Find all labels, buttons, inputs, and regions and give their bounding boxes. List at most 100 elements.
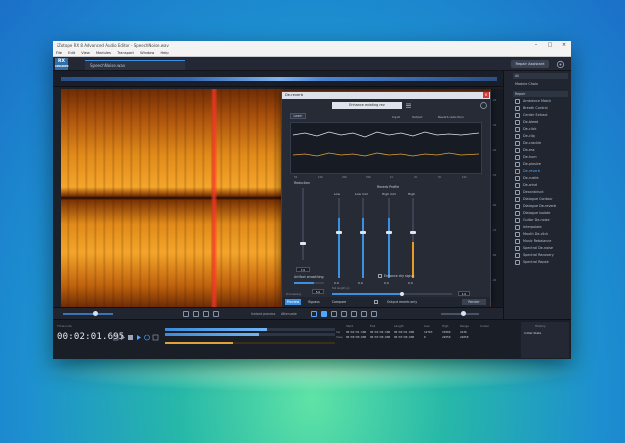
- module-item[interactable]: Deconstruct: [515, 189, 571, 196]
- brush-icon[interactable]: [341, 311, 347, 317]
- bypass-button[interactable]: Bypass: [306, 299, 322, 305]
- attenuate-dropdown[interactable]: Attenuate: [281, 310, 297, 318]
- module-item[interactable]: De-wind: [515, 182, 571, 189]
- zoom-fit-icon[interactable]: [203, 311, 209, 317]
- view-high[interactable]: 22050: [442, 335, 450, 339]
- reduction-fader-knob[interactable]: [300, 242, 306, 245]
- module-item[interactable]: Dialogue De-reverb: [515, 203, 571, 210]
- module-item[interactable]: Spectral Repair: [515, 259, 571, 266]
- lasso-icon[interactable]: [331, 311, 337, 317]
- monitor-icon[interactable]: [152, 334, 159, 341]
- module-item[interactable]: De-bleed: [515, 119, 571, 126]
- zoom-out-icon[interactable]: [193, 311, 199, 317]
- menu-help[interactable]: Help: [160, 51, 168, 55]
- fader-high-mid-knob[interactable]: [386, 231, 392, 234]
- view-range[interactable]: 22050: [460, 335, 468, 339]
- compare-button[interactable]: Compare: [328, 299, 350, 305]
- stop-icon[interactable]: [128, 335, 133, 340]
- harmonic-select-icon[interactable]: [361, 311, 367, 317]
- module-item[interactable]: Music Rebalance: [515, 238, 571, 245]
- module-item[interactable]: Breath Control: [515, 105, 571, 112]
- tail-length-knob[interactable]: [400, 292, 404, 296]
- opacity-slider-knob[interactable]: [93, 311, 98, 316]
- play-icon[interactable]: [121, 335, 125, 340]
- maximize-icon[interactable]: □: [543, 41, 557, 50]
- module-item[interactable]: De-reverb: [515, 168, 571, 175]
- tail-length-slider[interactable]: [332, 293, 452, 295]
- reduction-fader[interactable]: [302, 188, 304, 260]
- sel-length[interactable]: 00:00:01.000: [394, 330, 414, 334]
- band-value-high-mid[interactable]: 0.0: [384, 281, 389, 285]
- sel-end[interactable]: 00:02:02.500: [370, 330, 390, 334]
- reduction-value[interactable]: 7.0: [296, 267, 310, 272]
- module-filter-dropdown[interactable]: All: [513, 73, 568, 79]
- band-value-low-mid[interactable]: 0.0: [358, 281, 363, 285]
- module-item[interactable]: De-crackle: [515, 140, 571, 147]
- sel-range[interactable]: 2236: [460, 330, 467, 334]
- menu-icon[interactable]: [406, 103, 411, 108]
- module-chain-label[interactable]: Module Chain: [515, 82, 538, 86]
- module-item[interactable]: De-ess: [515, 147, 571, 154]
- module-item[interactable]: Ambience Match: [515, 98, 571, 105]
- view-low[interactable]: 0: [424, 335, 426, 339]
- play-selection-icon[interactable]: [137, 335, 141, 340]
- enhance-dry-checkbox[interactable]: [378, 274, 382, 278]
- module-item[interactable]: De-rustle: [515, 175, 571, 182]
- waveform-overview[interactable]: [53, 71, 503, 87]
- history-item[interactable]: Initial State: [521, 328, 569, 335]
- module-item[interactable]: De-clip: [515, 133, 571, 140]
- menu-edit[interactable]: Edit: [68, 51, 75, 55]
- close-icon[interactable]: ×: [557, 41, 571, 50]
- find-similar-icon[interactable]: [371, 311, 377, 317]
- module-item[interactable]: Dialogue Isolate: [515, 210, 571, 217]
- settings-icon[interactable]: [556, 60, 565, 69]
- module-group-dropdown[interactable]: Repair: [513, 91, 568, 97]
- instant-process-label[interactable]: Instant process: [251, 310, 275, 318]
- opacity-slider[interactable]: [63, 313, 113, 315]
- module-item[interactable]: Spectral Recovery: [515, 252, 571, 259]
- module-item[interactable]: Spectral De-noise: [515, 245, 571, 252]
- tail-length-value[interactable]: 1.0: [458, 291, 470, 296]
- menu-modules[interactable]: Modules: [96, 51, 111, 55]
- learn-button[interactable]: Learn: [290, 113, 306, 119]
- loop-icon[interactable]: [144, 334, 150, 341]
- artifact-smoothing-slider[interactable]: [294, 282, 324, 284]
- sel-high[interactable]: 15000: [442, 330, 450, 334]
- render-button[interactable]: Render: [462, 299, 486, 305]
- fader-high-knob[interactable]: [410, 231, 416, 234]
- preset-dropdown[interactable]: Enhance existing rev: [332, 102, 402, 109]
- module-item[interactable]: Interpolate: [515, 224, 571, 231]
- sel-start[interactable]: 00:02:01.500: [346, 330, 366, 334]
- module-item[interactable]: De-plosive: [515, 161, 571, 168]
- record-icon[interactable]: [113, 334, 119, 341]
- rect-select-icon[interactable]: [321, 311, 327, 317]
- sel-low[interactable]: 12763: [424, 330, 432, 334]
- fader-low-mid-knob[interactable]: [360, 231, 366, 234]
- menu-file[interactable]: File: [56, 51, 62, 55]
- file-tab[interactable]: SpeechNoise.wav: [85, 60, 185, 70]
- magic-wand-icon[interactable]: [351, 311, 357, 317]
- menu-window[interactable]: Window: [140, 51, 154, 55]
- time-select-icon[interactable]: [311, 311, 317, 317]
- time-selection[interactable]: [211, 89, 217, 307]
- view-length[interactable]: 00:03:09.000: [394, 335, 414, 339]
- module-item[interactable]: Dialogue Contour: [515, 196, 571, 203]
- band-value-low[interactable]: 0.0: [334, 281, 339, 285]
- menu-transport[interactable]: Transport: [117, 51, 134, 55]
- minimize-icon[interactable]: –: [529, 41, 543, 50]
- zoom-slider[interactable]: [441, 313, 479, 315]
- repair-assistant-button[interactable]: Repair Assistant: [511, 60, 549, 68]
- module-item[interactable]: Center Extract: [515, 112, 571, 119]
- preview-button[interactable]: Preview: [285, 299, 301, 305]
- module-item[interactable]: Mouth De-click: [515, 231, 571, 238]
- output-reverb-checkbox[interactable]: [374, 300, 378, 304]
- module-item[interactable]: Guitar De-noise: [515, 217, 571, 224]
- zoom-slider-knob[interactable]: [461, 311, 466, 316]
- view-end[interactable]: 00:03:09.000: [370, 335, 390, 339]
- band-value-high[interactable]: 0.0: [408, 281, 413, 285]
- artifact-smoothing-value[interactable]: 5.0: [312, 289, 324, 294]
- view-start[interactable]: 00:00:00.000: [346, 335, 366, 339]
- fader-low-knob[interactable]: [336, 231, 342, 234]
- menu-view[interactable]: View: [81, 51, 90, 55]
- module-item[interactable]: De-hum: [515, 154, 571, 161]
